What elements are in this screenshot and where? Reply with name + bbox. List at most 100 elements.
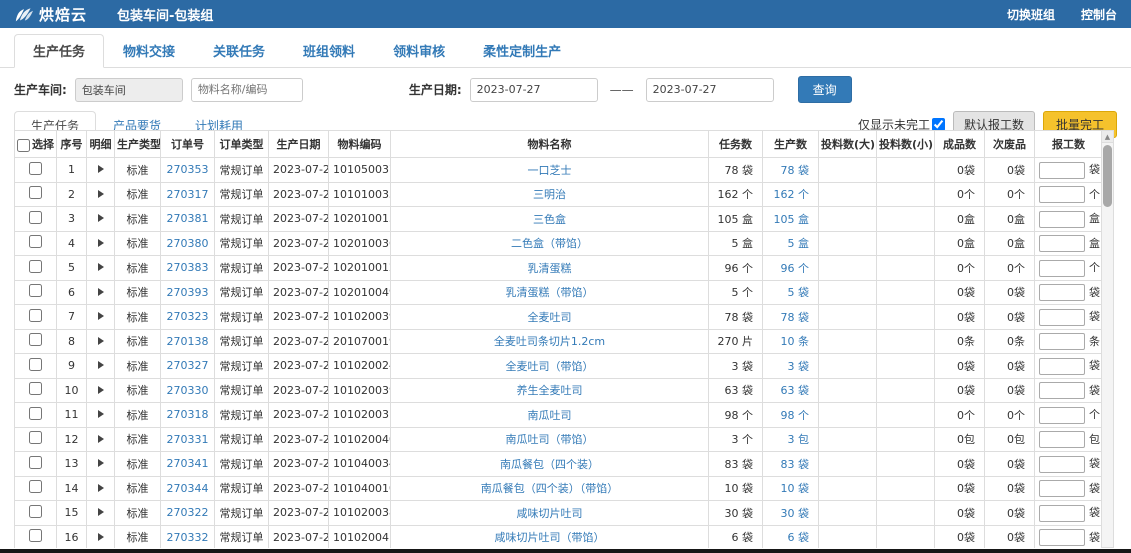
report-qty-input[interactable] [1039,407,1085,424]
row-checkbox[interactable] [29,211,42,224]
report-qty-input[interactable] [1039,186,1085,203]
expand-arrow-icon[interactable] [98,361,104,369]
expand-arrow-icon[interactable] [98,484,104,492]
expand-arrow-icon[interactable] [98,508,104,516]
row-material-link[interactable]: 养生全麦吐司 [391,378,709,403]
row-produced-qty[interactable]: 105 盒 [763,207,819,232]
expand-arrow-icon[interactable] [98,288,104,296]
row-checkbox[interactable] [29,309,42,322]
row-order-link[interactable]: 270138 [161,329,215,354]
row-order-link[interactable]: 270393 [161,280,215,305]
row-checkbox[interactable] [29,505,42,518]
row-order-link[interactable]: 270381 [161,207,215,232]
expand-arrow-icon[interactable] [98,435,104,443]
report-qty-input[interactable] [1039,284,1085,301]
expand-arrow-icon[interactable] [98,263,104,271]
row-checkbox[interactable] [29,284,42,297]
query-button[interactable]: 查询 [798,76,852,103]
row-produced-qty[interactable]: 63 袋 [763,378,819,403]
row-material-link[interactable]: 南瓜吐司（带馅） [391,427,709,452]
row-checkbox[interactable] [29,480,42,493]
row-checkbox[interactable] [29,431,42,444]
row-material-link[interactable]: 南瓜餐包（四个装）（带馅） [391,476,709,501]
row-order-link[interactable]: 270341 [161,452,215,477]
expand-arrow-icon[interactable] [98,239,104,247]
date-to-input[interactable] [646,78,774,102]
expand-arrow-icon[interactable] [98,386,104,394]
row-material-link[interactable]: 咸味切片吐司 [391,501,709,526]
expand-arrow-icon[interactable] [98,337,104,345]
row-order-link[interactable]: 270317 [161,182,215,207]
vertical-scrollbar[interactable]: ▲ [1101,130,1114,548]
report-qty-input[interactable] [1039,431,1085,448]
row-produced-qty[interactable]: 98 个 [763,403,819,428]
expand-arrow-icon[interactable] [98,190,104,198]
report-qty-input[interactable] [1039,358,1085,375]
row-checkbox[interactable] [29,382,42,395]
report-qty-input[interactable] [1039,211,1085,228]
row-produced-qty[interactable]: 3 袋 [763,354,819,379]
row-order-link[interactable]: 270344 [161,476,215,501]
row-checkbox[interactable] [29,235,42,248]
expand-arrow-icon[interactable] [98,214,104,222]
row-order-link[interactable]: 270318 [161,403,215,428]
row-produced-qty[interactable]: 96 个 [763,256,819,281]
row-material-link[interactable]: 乳清蛋糕（带馅） [391,280,709,305]
row-produced-qty[interactable]: 30 袋 [763,501,819,526]
row-checkbox[interactable] [29,186,42,199]
report-qty-input[interactable] [1039,529,1085,546]
row-produced-qty[interactable]: 78 袋 [763,158,819,183]
row-checkbox[interactable] [29,358,42,371]
report-qty-input[interactable] [1039,480,1085,497]
row-produced-qty[interactable]: 5 袋 [763,280,819,305]
row-checkbox[interactable] [29,407,42,420]
row-produced-qty[interactable]: 10 袋 [763,476,819,501]
row-produced-qty[interactable]: 162 个 [763,182,819,207]
tab-物料交接[interactable]: 物料交接 [104,34,194,68]
row-checkbox[interactable] [29,456,42,469]
tab-班组领料[interactable]: 班组领料 [284,34,374,68]
tab-关联任务[interactable]: 关联任务 [194,34,284,68]
switch-team-link[interactable]: 切换班组 [1007,6,1055,23]
row-material-link[interactable]: 南瓜餐包（四个装） [391,452,709,477]
report-qty-input[interactable] [1039,382,1085,399]
row-material-link[interactable]: 咸味切片吐司（带馅） [391,525,709,548]
console-link[interactable]: 控制台 [1081,6,1117,23]
row-order-link[interactable]: 270332 [161,525,215,548]
scrollbar-thumb[interactable] [1103,145,1112,207]
row-material-link[interactable]: 全麦吐司（带馅） [391,354,709,379]
row-material-link[interactable]: 三明治 [391,182,709,207]
row-order-link[interactable]: 270331 [161,427,215,452]
row-order-link[interactable]: 270323 [161,305,215,330]
row-material-link[interactable]: 乳清蛋糕 [391,256,709,281]
row-material-link[interactable]: 二色盒（带馅） [391,231,709,256]
row-order-link[interactable]: 270353 [161,158,215,183]
tab-领料审核[interactable]: 领料审核 [374,34,464,68]
expand-arrow-icon[interactable] [98,165,104,173]
row-checkbox[interactable] [29,162,42,175]
row-produced-qty[interactable]: 6 袋 [763,525,819,548]
row-order-link[interactable]: 270327 [161,354,215,379]
tab-柔性定制生产[interactable]: 柔性定制生产 [464,34,580,68]
report-qty-input[interactable] [1039,456,1085,473]
report-qty-input[interactable] [1039,505,1085,522]
row-produced-qty[interactable]: 83 袋 [763,452,819,477]
row-checkbox[interactable] [29,333,42,346]
material-search-input[interactable] [191,78,303,102]
expand-arrow-icon[interactable] [98,410,104,418]
report-qty-input[interactable] [1039,235,1085,252]
select-all-checkbox[interactable] [17,139,30,152]
row-order-link[interactable]: 270330 [161,378,215,403]
scroll-up-icon[interactable]: ▲ [1102,131,1113,143]
report-qty-input[interactable] [1039,162,1085,179]
row-checkbox[interactable] [29,260,42,273]
row-material-link[interactable]: 全麦吐司条切片1.2cm [391,329,709,354]
row-checkbox[interactable] [29,529,42,542]
row-produced-qty[interactable]: 10 条 [763,329,819,354]
row-order-link[interactable]: 270380 [161,231,215,256]
expand-arrow-icon[interactable] [98,533,104,541]
date-from-input[interactable] [470,78,598,102]
row-produced-qty[interactable]: 5 盒 [763,231,819,256]
row-produced-qty[interactable]: 3 包 [763,427,819,452]
row-produced-qty[interactable]: 78 袋 [763,305,819,330]
